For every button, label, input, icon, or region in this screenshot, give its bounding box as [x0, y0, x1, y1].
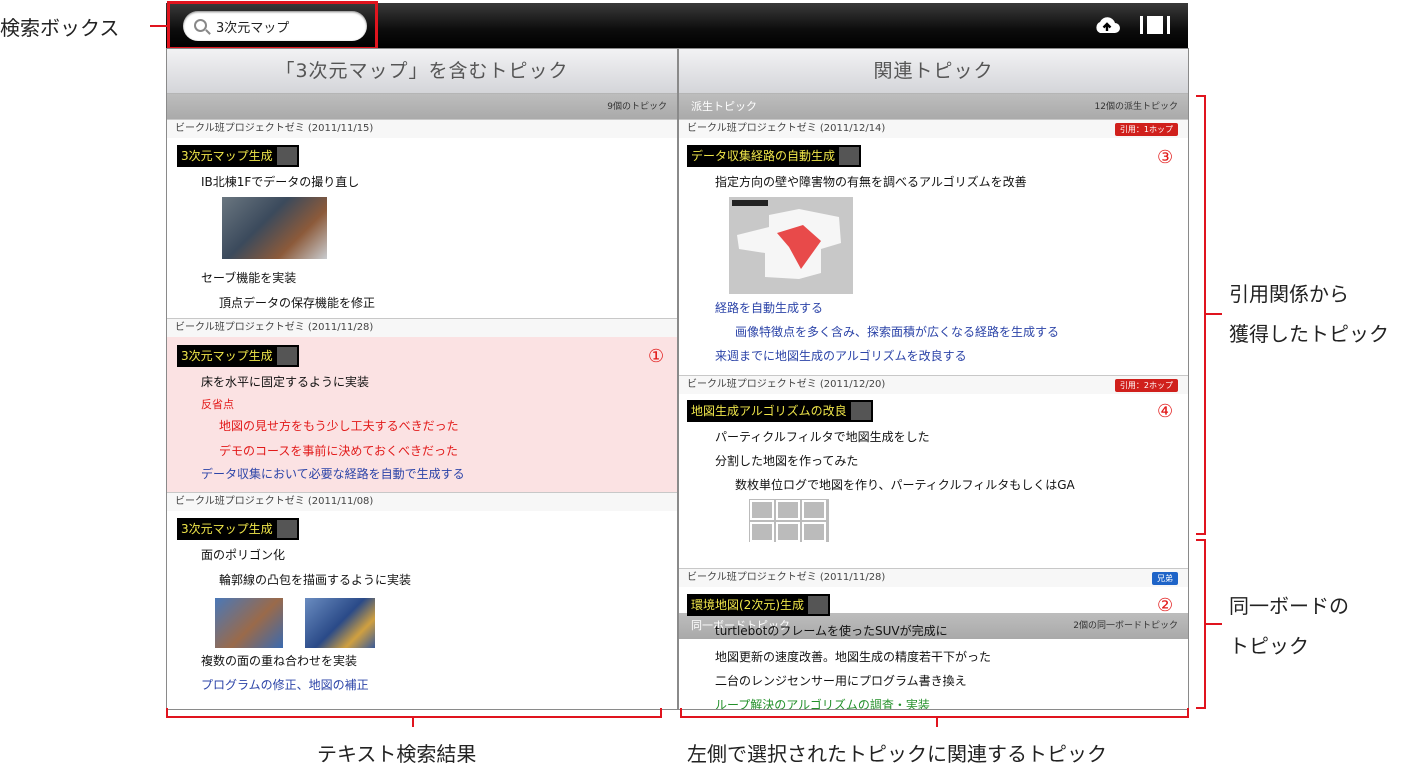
- derived-count: 12個の派生トピック: [1094, 102, 1178, 112]
- search-box-highlight: [167, 1, 378, 50]
- annotation-sameboard-1: 同一ボードの: [1229, 594, 1349, 618]
- point-cloud-thumbnail[interactable]: [222, 197, 327, 259]
- topic-title: データ収集経路の自動生成: [687, 145, 862, 167]
- topic-title: 3次元マップ生成: [177, 145, 299, 167]
- annotation-left-caption: テキスト検索結果: [317, 742, 477, 766]
- topic-line: 画像特徴点を多く含み、探索面積が広くなる経路を生成する: [735, 325, 1060, 339]
- topic-card[interactable]: ビークル班プロジェクトゼミ (2011/11/28) 兄弟 環境地図(2次元)生…: [679, 568, 1188, 709]
- annotation-citation-1: 引用関係から: [1229, 282, 1349, 306]
- annotation-bracket-citation: [1196, 95, 1206, 535]
- topic-line: 地図の見せ方をもう少し工夫するべきだった: [219, 419, 459, 433]
- annotation-citation-2: 獲得したトピック: [1229, 322, 1389, 346]
- topic-line: IB北棟1Fでデータの撮り直し: [201, 175, 360, 189]
- topic-date: ビークル班プロジェクトゼミ (2011/11/08): [167, 492, 677, 511]
- topic-line: 面のポリゴン化: [201, 548, 286, 562]
- topic-line: 二台のレンジセンサー用にプログラム書き換え: [715, 674, 967, 688]
- topic-line: 頂点データの保存機能を修正: [219, 296, 376, 310]
- topic-line: 分割した地図を作ってみた: [715, 454, 859, 468]
- topic-line: 反省点: [201, 398, 234, 411]
- topic-line: 数枚単位ログで地図を作り、パーティクルフィルタもしくはGA: [735, 478, 1075, 492]
- derived-topics-bar[interactable]: 派生トピック 12個の派生トピック: [679, 94, 1188, 120]
- topic-line: デモのコースを事前に決めておくべきだった: [219, 444, 459, 458]
- map-thumbnail[interactable]: [729, 197, 853, 294]
- topic-date: ビークル班プロジェクトゼミ (2011/11/15): [167, 119, 677, 138]
- citation-badge: 引用：2ホップ: [1114, 379, 1178, 392]
- topic-date-text: ビークル班プロジェクトゼミ (2011/11/28): [687, 572, 886, 583]
- topic-card[interactable]: ビークル班プロジェクトゼミ (2011/12/14) 引用：1ホップ データ収集…: [679, 119, 1188, 375]
- topic-count: 9個のトピック: [607, 102, 667, 112]
- topic-date-text: ビークル班プロジェクトゼミ (2011/12/14): [687, 123, 886, 134]
- related-topics-panel: 関連トピック 派生トピック 12個の派生トピック ビークル班プロジェクトゼミ (…: [678, 48, 1189, 710]
- topic-date: ビークル班プロジェクトゼミ (2011/12/14) 引用：1ホップ: [679, 119, 1188, 138]
- topic-line: 床を水平に固定するように実装: [201, 375, 370, 389]
- marker-2: ②: [1157, 595, 1174, 616]
- topic-date-text: ビークル班プロジェクトゼミ (2011/12/20): [687, 379, 886, 390]
- topic-title: 3次元マップ生成: [177, 518, 299, 540]
- topic-date: ビークル班プロジェクトゼミ (2011/11/28) 兄弟: [679, 568, 1188, 587]
- citation-badge: 引用：1ホップ: [1114, 123, 1178, 136]
- marker-4: ④: [1157, 401, 1174, 422]
- annotation-bracket-sameboard: [1196, 539, 1206, 709]
- left-count-bar: 9個のトピック: [167, 94, 677, 120]
- topic-line: 地図更新の速度改善。地図生成の精度若干下がった: [715, 650, 992, 664]
- left-panel-header: 「3次元マップ」を含むトピック: [167, 49, 677, 94]
- panel-layout-icon[interactable]: [1139, 14, 1171, 36]
- annotation-search-box: 検索ボックス: [0, 16, 120, 40]
- annotation-connector: [1206, 313, 1222, 315]
- annotation-connector: [936, 717, 938, 727]
- topic-line: 複数の面の重ね合わせを実装: [201, 654, 358, 668]
- annotation-bracket-right: [680, 708, 1189, 718]
- topic-line: データ収集において必要な経路を自動で生成する: [201, 467, 465, 481]
- topic-title: 3次元マップ生成: [177, 345, 299, 367]
- annotation-connector: [412, 717, 414, 727]
- topic-card-selected[interactable]: ビークル班プロジェクトゼミ (2011/11/28) 3次元マップ生成 ① 床を…: [167, 318, 677, 492]
- topic-title: 地図生成アルゴリズムの改良: [687, 400, 873, 422]
- topic-title: 環境地図(2次元)生成: [687, 594, 830, 616]
- sibling-badge: 兄弟: [1152, 572, 1178, 585]
- annotation-connector: [1206, 623, 1222, 625]
- topic-line: パーティクルフィルタで地図生成をした: [715, 430, 930, 444]
- annotation-sameboard-2: トピック: [1229, 634, 1309, 658]
- topic-date: ビークル班プロジェクトゼミ (2011/12/20) 引用：2ホップ: [679, 375, 1188, 394]
- topic-card[interactable]: ビークル班プロジェクトゼミ (2011/11/08) 3次元マップ生成 面のポリ…: [167, 492, 677, 709]
- topic-card[interactable]: ビークル班プロジェクトゼミ (2011/11/15) 3次元マップ生成 IB北棟…: [167, 119, 677, 318]
- topic-card[interactable]: ビークル班プロジェクトゼミ (2011/12/20) 引用：2ホップ 地図生成ア…: [679, 375, 1188, 542]
- topic-line: プログラムの修正、地図の補正: [201, 678, 369, 692]
- annotation-bracket-left: [166, 708, 662, 718]
- topic-date: ビークル班プロジェクトゼミ (2011/11/28): [167, 318, 677, 337]
- topic-line: 指定方向の壁や障害物の有無を調べるアルゴリズムを改善: [715, 175, 1027, 189]
- topic-line: セーブ機能を実装: [201, 271, 297, 285]
- polygon-thumbnail[interactable]: [305, 598, 375, 648]
- split-map-thumbnail[interactable]: [749, 499, 829, 542]
- annotation-connector: [150, 25, 168, 27]
- topic-line: turtlebotのフレームを使ったSUVが完成に: [715, 624, 948, 638]
- marker-3: ③: [1157, 147, 1174, 168]
- right-panel-header: 関連トピック: [679, 49, 1188, 94]
- topic-line: 経路を自動生成する: [715, 301, 824, 315]
- derived-label: 派生トピック: [691, 100, 757, 113]
- cloud-upload-icon[interactable]: [1093, 14, 1121, 36]
- text-search-results-panel: 「3次元マップ」を含むトピック 9個のトピック ビークル班プロジェクトゼミ (2…: [166, 48, 678, 710]
- marker-1: ①: [648, 346, 665, 367]
- annotation-right-caption: 左側で選択されたトピックに関連するトピック: [687, 742, 1107, 766]
- polygon-thumbnail[interactable]: [215, 598, 283, 648]
- topic-line: 来週までに地図生成のアルゴリズムを改良する: [715, 349, 967, 363]
- topic-line: 輪郭線の凸包を描画するように実装: [219, 573, 412, 587]
